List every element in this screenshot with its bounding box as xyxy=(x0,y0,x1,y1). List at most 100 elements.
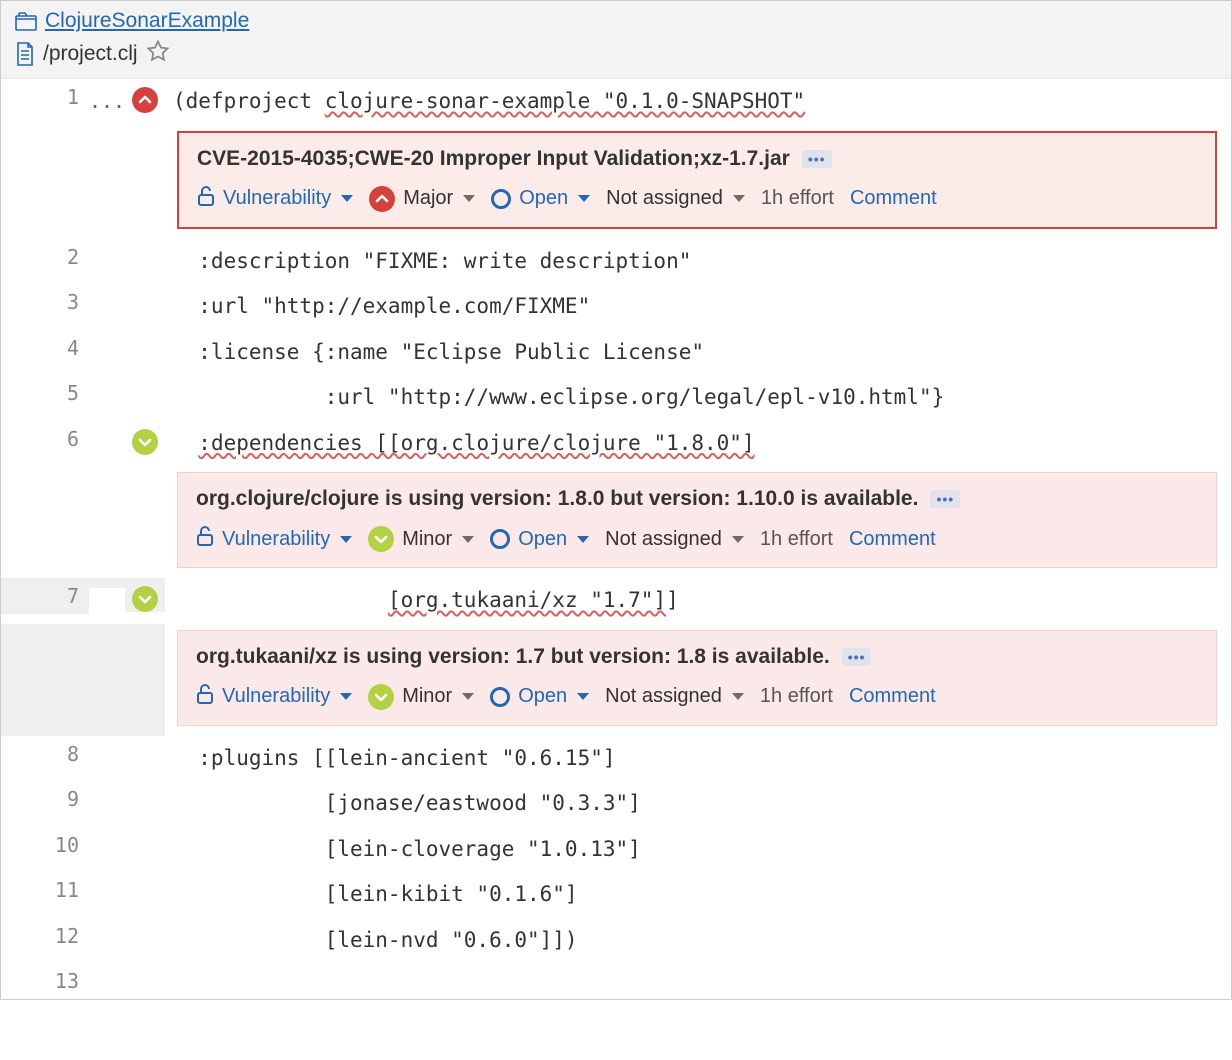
line-number[interactable]: 7 xyxy=(1,578,89,614)
caret-down-icon xyxy=(463,195,475,202)
file-path-row: /project.clj xyxy=(15,39,1217,68)
issue-card[interactable]: org.tukaani/xz is using version: 1.7 but… xyxy=(1,624,1231,736)
issue-card[interactable]: org.clojure/clojure is using version: 1.… xyxy=(177,472,1217,568)
status-open-icon xyxy=(490,687,510,707)
line-number[interactable]: 12 xyxy=(1,918,89,954)
code-text: :plugins [[lein-ancient "0.6.15"] xyxy=(165,736,1231,782)
line-number[interactable]: 9 xyxy=(1,781,89,817)
line-number[interactable]: 8 xyxy=(1,736,89,772)
severity-minor-icon xyxy=(368,526,394,552)
code-text xyxy=(165,963,1231,977)
caret-down-icon xyxy=(341,195,353,202)
status-open-icon xyxy=(491,189,511,209)
unlock-icon xyxy=(196,525,214,553)
project-link[interactable]: ClojureSonarExample xyxy=(45,9,249,33)
code-line: 13 xyxy=(1,963,1231,999)
caret-down-icon xyxy=(340,536,352,543)
code-text: [jonase/eastwood "0.3.3"] xyxy=(165,781,1231,827)
code-line: 2 :description "FIXME: write description… xyxy=(1,239,1231,285)
severity-major-icon xyxy=(132,87,158,113)
line-severity[interactable] xyxy=(125,421,165,455)
issue-type-dropdown[interactable]: Vulnerability xyxy=(197,185,353,213)
code-line: 1 ... (defproject clojure-sonar-example … xyxy=(1,79,1231,125)
issue-comment-link[interactable]: Comment xyxy=(849,528,936,551)
code-text: (defproject clojure-sonar-example "0.1.0… xyxy=(165,79,1231,125)
caret-down-icon xyxy=(462,693,474,700)
code-line: 4 :license {:name "Eclipse Public Licens… xyxy=(1,330,1231,376)
issue-card[interactable]: CVE-2015-4035;CWE-20 Improper Input Vali… xyxy=(177,131,1217,229)
caret-down-icon xyxy=(577,693,589,700)
line-number[interactable]: 4 xyxy=(1,330,89,366)
issue-type-dropdown[interactable]: Vulnerability xyxy=(196,525,352,553)
code-text: [lein-nvd "0.6.0"]]) xyxy=(165,918,1231,964)
code-text: :description "FIXME: write description" xyxy=(165,239,1231,285)
issue-title[interactable]: org.clojure/clojure is using version: 1.… xyxy=(196,487,918,511)
issue-status-dropdown[interactable]: Open xyxy=(490,528,589,551)
issue-comment-link[interactable]: Comment xyxy=(849,685,936,708)
caret-down-icon xyxy=(578,195,590,202)
code-line: 3 :url "http://example.com/FIXME" xyxy=(1,284,1231,330)
fold-toggle[interactable]: ... xyxy=(89,79,125,113)
issue-severity-dropdown[interactable]: Major xyxy=(369,186,475,212)
caret-down-icon xyxy=(733,195,745,202)
issue-actions-menu[interactable]: ••• xyxy=(802,150,832,168)
line-number[interactable]: 6 xyxy=(1,421,89,457)
code-text: [org.tukaani/xz "1.7"]] xyxy=(165,578,1231,624)
issue-title[interactable]: org.tukaani/xz is using version: 1.7 but… xyxy=(196,645,830,669)
favorite-star-icon[interactable] xyxy=(146,39,170,68)
status-open-icon xyxy=(490,529,510,549)
issue-assignee-dropdown[interactable]: Not assigned xyxy=(605,528,744,551)
caret-down-icon xyxy=(577,536,589,543)
severity-major-icon xyxy=(369,186,395,212)
severity-minor-icon xyxy=(132,429,158,455)
issue-status-dropdown[interactable]: Open xyxy=(490,685,589,708)
ellipsis-icon: ••• xyxy=(848,650,866,664)
issue-status-dropdown[interactable]: Open xyxy=(491,187,590,210)
caret-down-icon xyxy=(732,693,744,700)
code-text: :dependencies [[org.clojure/clojure "1.8… xyxy=(165,421,1231,467)
severity-minor-icon xyxy=(368,684,394,710)
line-number[interactable]: 10 xyxy=(1,827,89,863)
line-number[interactable]: 5 xyxy=(1,375,89,411)
issue-assignee-dropdown[interactable]: Not assigned xyxy=(605,685,744,708)
issue-actions-menu[interactable]: ••• xyxy=(842,648,872,666)
code-text: :license {:name "Eclipse Public License" xyxy=(165,330,1231,376)
issue-severity-dropdown[interactable]: Minor xyxy=(368,526,474,552)
code-line: 11 [lein-kibit "0.1.6"] xyxy=(1,872,1231,918)
unlock-icon xyxy=(197,185,215,213)
code-text: [lein-cloverage "1.0.13"] xyxy=(165,827,1231,873)
line-number[interactable]: 11 xyxy=(1,872,89,908)
code-line: 12 [lein-nvd "0.6.0"]]) xyxy=(1,918,1231,964)
file-icon xyxy=(15,42,35,66)
code-line: 5 :url "http://www.eclipse.org/legal/epl… xyxy=(1,375,1231,421)
line-number[interactable]: 1 xyxy=(1,79,89,115)
issue-effort: 1h effort xyxy=(761,187,834,210)
ellipsis-icon: ••• xyxy=(808,152,826,166)
issue-title[interactable]: CVE-2015-4035;CWE-20 Improper Input Vali… xyxy=(197,147,790,171)
issue-effort: 1h effort xyxy=(760,528,833,551)
code-area: 1 ... (defproject clojure-sonar-example … xyxy=(1,79,1231,999)
caret-down-icon xyxy=(462,536,474,543)
line-number[interactable]: 2 xyxy=(1,239,89,275)
caret-down-icon xyxy=(732,536,744,543)
line-severity[interactable] xyxy=(125,79,165,113)
line-number[interactable]: 3 xyxy=(1,284,89,320)
file-header: ClojureSonarExample /project.clj xyxy=(1,1,1231,79)
issue-comment-link[interactable]: Comment xyxy=(850,187,937,210)
breadcrumb: ClojureSonarExample xyxy=(15,9,1217,33)
line-severity[interactable] xyxy=(125,578,165,612)
unlock-icon xyxy=(196,683,214,711)
line-number[interactable]: 13 xyxy=(1,963,89,999)
code-text: [lein-kibit "0.1.6"] xyxy=(165,872,1231,918)
issue-assignee-dropdown[interactable]: Not assigned xyxy=(606,187,745,210)
issue-actions-menu[interactable]: ••• xyxy=(930,490,960,508)
code-line: 10 [lein-cloverage "1.0.13"] xyxy=(1,827,1231,873)
caret-down-icon xyxy=(340,693,352,700)
issue-type-dropdown[interactable]: Vulnerability xyxy=(196,683,352,711)
code-text: :url "http://example.com/FIXME" xyxy=(165,284,1231,330)
file-path: /project.clj xyxy=(43,42,138,66)
issue-severity-dropdown[interactable]: Minor xyxy=(368,684,474,710)
code-line: 8 :plugins [[lein-ancient "0.6.15"] xyxy=(1,736,1231,782)
code-line: 7 [org.tukaani/xz "1.7"]] xyxy=(1,578,1231,624)
code-line: 9 [jonase/eastwood "0.3.3"] xyxy=(1,781,1231,827)
